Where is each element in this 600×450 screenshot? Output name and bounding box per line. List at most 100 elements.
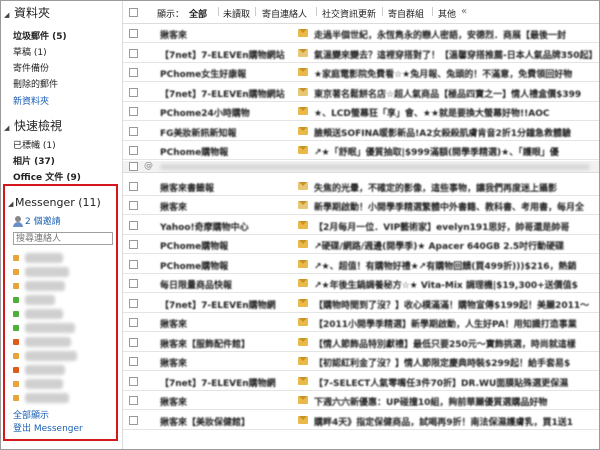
message-checkbox[interactable]: [129, 161, 138, 171]
envelope-icon: [298, 201, 308, 209]
message-row[interactable]: 【7net】7-ELEVEn購物網 【7-SELECT人氣零嘴任3件70折】DR.…: [123, 372, 599, 391]
collapse-triangle-icon[interactable]: ◢: [4, 124, 14, 132]
contact-name-redacted: [25, 267, 69, 277]
message-subject: ↗★「舒眠」優質抽取|$999滿額(開學季精選)★、「護眼」優: [314, 148, 559, 158]
logout-messenger-link[interactable]: 登出 Messenger: [13, 421, 83, 434]
message-row[interactable]: 揪客來 新學期啟動！小開學季精選繁體中外書籍、教科書、考用書，每月全: [123, 196, 599, 215]
message-sender: 揪客來書籤報: [160, 183, 215, 194]
message-row[interactable]: 【7net】7-ELEVEn購物網站 氣溫變來變去？這裡穿搭對了！【溫馨穿搭推薦-…: [123, 44, 599, 63]
message-row[interactable]: 揪客來 下週六六新優惠：UP碰撞10組，夠前華麗優質選購品好物: [123, 391, 599, 410]
contact-search-input[interactable]: [13, 232, 113, 245]
message-checkbox[interactable]: [129, 48, 138, 58]
message-row[interactable]: Yahoo!奇摩購物中心 【2月每月一位．VIP藝術家】evelyn191思好，帥…: [123, 216, 599, 235]
envelope-icon: [298, 107, 308, 115]
message-checkbox[interactable]: [129, 126, 138, 136]
message-row[interactable]: 揪客來 【2011小開學季精選】新學期啟動，人生好PA！用知識打造事業: [123, 313, 599, 332]
envelope-icon: [298, 48, 308, 57]
message-subject: ★家庭電影院免費看☆★兔月報、兔頭的！不滿意，免費領回好物: [314, 70, 573, 80]
message-row[interactable]: PChome24小時購物 ★、LCD螢幕狂「享」會、★★就是要換大螢幕好物!!AO…: [123, 102, 599, 121]
envelope-icon: [298, 318, 308, 326]
filter-more-chevron-icon[interactable]: «: [461, 6, 467, 17]
message-sender: 揪客來: [160, 398, 188, 408]
message-subject: 走過半個世紀，永恆雋永的戀人密語，安德烈．商展【最後一封: [314, 31, 567, 41]
message-sender: PChome購物報: [160, 242, 229, 252]
message-checkbox[interactable]: [129, 298, 138, 308]
folder-deleted[interactable]: 刪除的郵件: [13, 77, 58, 90]
message-row[interactable]: 揪客來書籤報 失焦的光暈，不確定的影像，這些事物，讓我們再度迷上攝影: [123, 177, 599, 196]
quick-flagged[interactable]: 已標幟 (1): [13, 138, 56, 151]
envelope-icon: [298, 29, 308, 37]
message-row[interactable]: 揪客來【服飾配件館】 【情人節飾品特別獻禮】最低只要250元～寶飾挑選，時尚就這樣: [123, 333, 599, 352]
message-row[interactable]: 揪客來 走過半個世紀，永恆雋永的戀人密語，安德烈．商展【最後一封: [123, 24, 599, 43]
messenger-title: Messenger (11): [15, 196, 101, 209]
collapse-triangle-icon[interactable]: ◢: [4, 11, 14, 19]
quick-photos[interactable]: 相片 (37): [13, 154, 55, 167]
message-row[interactable]: FG美妝新訊新知報 臉頰送SOFINA暖影新品!A2女殺殺肌膚肯音2折1分鐘急救體…: [123, 122, 599, 141]
message-row[interactable]: PChome購物報 ↗硬碟/網路/週邊(開學季)★ Apacer 640GB 2.…: [123, 235, 599, 254]
folder-sent[interactable]: 寄件備份: [13, 61, 49, 74]
message-subject: 【2011小開學季精選】新學期啟動，人生好PA！用知識打造事業: [314, 320, 577, 330]
message-row[interactable]: 每日限量商品快報 ↗★年後生鍋調養秘方☆★ Vita-Mix 調理機|$19,30…: [123, 274, 599, 293]
message-row[interactable]: 揪客來【美妝保健館】 購畔4天》指定保健商品，試喝再9折！南法保濕護膚乳，買1送1: [123, 411, 599, 430]
message-row[interactable]: PChome女生好康報 ★家庭電影院免費看☆★兔月報、兔頭的！不滿意，免費領回好物: [123, 63, 599, 82]
filter-from-contacts[interactable]: 寄自連絡人: [262, 7, 307, 20]
message-row[interactable]: 【7net】7-ELEVEn購物網站 東京著名鬆餅名店☆超人氣商品【極品四寶之一】…: [123, 83, 599, 102]
message-row[interactable]: PChome購物報 ↗★、超值！有購物好禮★↗有購物回饋(買499折)))$216…: [123, 255, 599, 274]
filter-social-updates[interactable]: 社交資訊更新: [322, 7, 376, 20]
quick-views-header[interactable]: ◢ 快速檢視: [4, 117, 62, 134]
message-checkbox[interactable]: [129, 318, 138, 327]
message-sender: PChome女生好康報: [160, 70, 247, 80]
message-checkbox[interactable]: [129, 201, 138, 210]
quick-office-docs[interactable]: Office 文件 (9): [13, 170, 81, 183]
message-subject: ↗★年後生鍋調養秘方☆★ Vita-Mix 調理機|$19,300+送價值$: [314, 281, 578, 291]
message-checkbox[interactable]: [129, 146, 138, 155]
messenger-header[interactable]: ◢ Messenger (11): [8, 196, 101, 209]
message-checkbox[interactable]: [129, 279, 138, 288]
message-row[interactable]: 揪客來 【初認紅利金了沒？】情人節限定慶典時裝$299起！給手套易$: [123, 352, 599, 371]
message-sender: 揪客來【服飾配件館】: [160, 339, 251, 350]
filter-separator: |: [254, 7, 258, 17]
envelope-icon: [298, 259, 308, 268]
message-checkbox[interactable]: [129, 87, 138, 97]
message-subject: 【7-SELECT人氣零嘴任3件70折】DR.WU面膜貼殊選更保濕: [314, 378, 569, 389]
message-checkbox[interactable]: [129, 181, 138, 191]
person-icon: [13, 216, 23, 227]
message-checkbox[interactable]: [129, 220, 138, 230]
message-subject: 氣溫變來變去？這裡穿搭對了！【溫馨穿搭推薦-日本人氣品牌350起】: [314, 50, 598, 61]
message-sender: PChome24小時購物: [160, 109, 250, 119]
message-checkbox[interactable]: [129, 259, 138, 269]
new-folder-link[interactable]: 新資料夾: [13, 94, 49, 107]
filter-all[interactable]: 全部: [189, 7, 207, 20]
invites-link[interactable]: 2 個邀請: [13, 214, 61, 227]
filter-from-groups[interactable]: 寄自群組: [388, 7, 424, 20]
message-subject: 【情人節飾品特別獻禮】最低只要250元～寶飾挑選，時尚就這樣: [314, 339, 576, 350]
folders-header[interactable]: ◢ 資料夾: [4, 4, 50, 21]
message-checkbox[interactable]: [129, 396, 138, 405]
message-subject: 購畔4天》指定保健商品，試喝再9折！南法保濕護膚乳，買1送1: [314, 417, 574, 428]
message-checkbox[interactable]: [129, 337, 138, 347]
message-checkbox[interactable]: [129, 107, 138, 116]
message-checkbox[interactable]: [129, 376, 138, 386]
message-checkbox[interactable]: [129, 415, 138, 425]
message-checkbox[interactable]: [129, 240, 138, 249]
filter-other[interactable]: 其他: [438, 7, 456, 20]
message-subject: 【初認紅利金了沒？】情人節限定慶典時裝$299起！給手套易$: [314, 359, 571, 369]
folder-drafts[interactable]: 草稿 (1): [13, 45, 47, 58]
message-checkbox[interactable]: [129, 68, 138, 77]
presence-status-icon: [13, 339, 19, 345]
message-checkbox[interactable]: [129, 357, 138, 366]
message-sender: Yahoo!奇摩購物中心: [160, 222, 249, 233]
select-all-checkbox[interactable]: [129, 8, 138, 17]
envelope-icon: [298, 181, 308, 190]
show-all-link[interactable]: 全部顯示: [13, 408, 49, 421]
message-checkbox[interactable]: [129, 29, 138, 38]
folder-junk[interactable]: 垃圾郵件 (5): [13, 29, 67, 42]
message-row[interactable]: 【7net】7-ELEVEn購物網 【購物時間到了沒？】收心樸滿滿！購物宣傳$19…: [123, 294, 599, 313]
message-subject: 【2月每月一位．VIP藝術家】evelyn191思好，帥哥還是帥哥: [314, 222, 570, 233]
message-row[interactable]: PChome購物報 ↗★「舒眠」優質抽取|$999滿額(開學季精選)★、「護眼」優: [123, 141, 599, 160]
message-subject: 【購物時間到了沒？】收心樸滿滿！購物宣傳$199起！美麗2011～: [314, 300, 590, 311]
filter-unread[interactable]: 未讀取: [223, 7, 250, 20]
collapse-triangle-icon[interactable]: ◢: [8, 200, 15, 208]
message-sender: FG美妝新訊新知報: [160, 128, 237, 139]
message-subject: ↗硬碟/網路/週邊(開學季)★ Apacer 640GB 2.5吋行動硬碟: [314, 242, 565, 252]
